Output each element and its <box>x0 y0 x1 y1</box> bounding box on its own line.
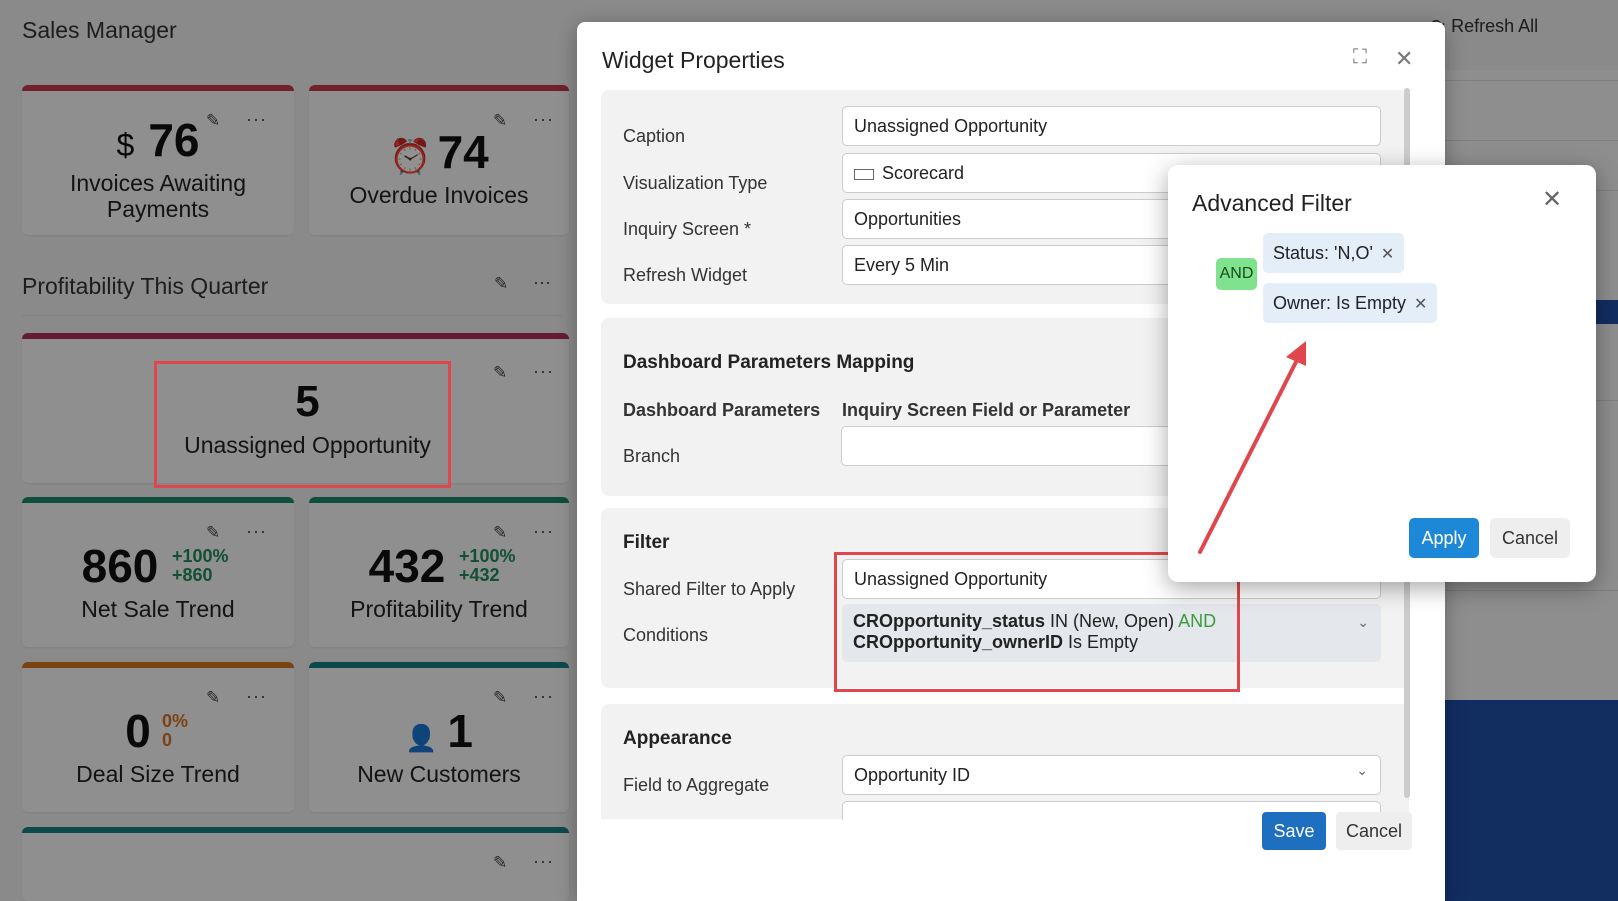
annotation-arrow <box>1198 341 1306 554</box>
